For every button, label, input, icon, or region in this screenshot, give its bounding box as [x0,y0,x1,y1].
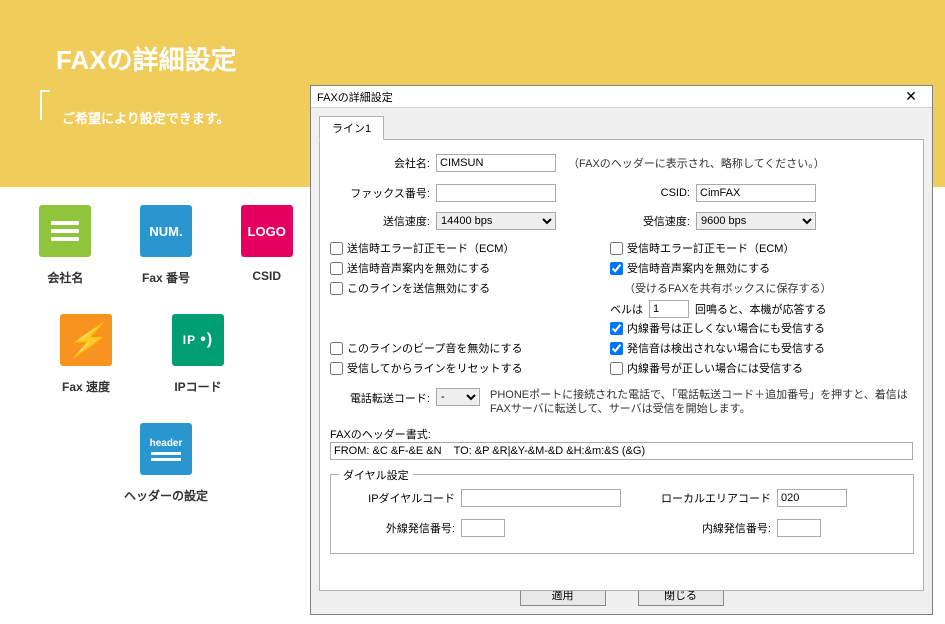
tel-code-select[interactable]: - [436,388,480,406]
lbl-reset-after: 受信してからラインをリセットする [347,360,523,376]
sidebar-item-header[interactable]: header ヘッダーの設定 [126,423,206,504]
num-icon: NUM. [140,205,192,257]
tab-line1[interactable]: ライン1 [319,116,384,140]
cb-recv-ecm[interactable] [610,242,623,255]
lbl-beep-disable: このラインのビープ音を無効にする [347,340,522,356]
lbl-send-ecm: 送信時エラー訂正モード（ECM） [347,240,514,256]
in-prefix-input[interactable] [777,519,821,537]
sidebar-label-csid: CSID [252,269,281,283]
page-subtitle: ご希望により設定できます。 [62,108,229,127]
cb-send-disable[interactable] [330,282,343,295]
send-speed-label: 送信速度: [330,213,430,229]
send-speed-select[interactable]: 14400 bps [436,212,556,230]
bolt-icon: ⚡ [66,321,106,359]
cb-recv-badext[interactable] [610,322,623,335]
faxno-label: ファックス番号: [330,185,430,201]
cb-send-voice[interactable] [330,262,343,275]
local-area-input[interactable] [777,489,847,507]
lbl-recv-voice: 受信時音声案内を無効にする [627,260,770,276]
lbl-recv-nobeep: 発信音は検出されない場合にも受信する [627,340,825,356]
lbl-recv-ecm: 受信時エラー訂正モード（ECM） [627,240,794,256]
close-icon[interactable]: ✕ [896,88,926,105]
cb-recv-nobeep[interactable] [610,342,623,355]
sidebar-label-fax-number: Fax 番号 [142,269,190,286]
cb-recv-goodext[interactable] [610,362,623,375]
sidebar-label-ip-code: IPコード [174,378,221,395]
out-prefix-label: 外線発信番号: [355,520,455,536]
csid-input[interactable] [696,184,816,202]
in-prefix-label: 内線発信番号: [661,520,771,536]
sidebar-item-fax-speed[interactable]: ⚡ Fax 速度 [56,314,116,395]
dialog-fax-settings: FAXの詳細設定 ✕ ライン1 会社名: （FAXのヘッダーに表示され、略称して… [310,85,933,615]
sidebar-label-company: 会社名 [47,269,83,286]
local-area-label: ローカルエリアコード [661,490,771,506]
list-icon [51,221,79,241]
dial-group-legend: ダイヤル設定 [339,467,413,483]
sidebar-item-csid[interactable]: LOGO CSID [237,205,296,286]
bell-suffix: 回鳴ると、本機が応答する [695,301,827,317]
out-prefix-input[interactable] [461,519,505,537]
header-icon: header [150,438,183,449]
recv-speed-select[interactable]: 9600 bps [696,212,816,230]
bell-prefix: ベルは [610,301,643,317]
tel-code-help: PHONEポートに接続された電話で、「電話転送コード＋追加番号」を押すと、着信は… [490,388,910,417]
ip-dial-input[interactable] [461,489,621,507]
cb-reset-after[interactable] [330,362,343,375]
header-fmt-input[interactable] [330,442,913,460]
sidebar-label-header: ヘッダーの設定 [124,487,208,504]
company-label: 会社名: [330,155,430,171]
faxno-input[interactable] [436,184,556,202]
lbl-recv-goodext: 内線番号が正しい場合には受信する [627,360,803,376]
lbl-send-voice: 送信時音声案内を無効にする [347,260,490,276]
ip-icon: IP •) [183,331,213,349]
cb-recv-voice[interactable] [610,262,623,275]
sidebar: 会社名 NUM. Fax 番号 LOGO CSID ⚡ Fax 速度 IP •)… [36,205,296,532]
tel-code-label: 電話転送コード: [330,388,430,406]
company-note: （FAXのヘッダーに表示され、略称してください。） [568,155,825,171]
cb-send-ecm[interactable] [330,242,343,255]
sidebar-item-ip-code[interactable]: IP •) IPコード [168,314,228,395]
lbl-recv-badext: 内線番号は正しくない場合にも受信する [627,320,825,336]
sidebar-item-fax-number[interactable]: NUM. Fax 番号 [137,205,196,286]
bell-count-input[interactable] [649,300,689,318]
page-title: FAXの詳細設定 [56,40,237,77]
company-input[interactable] [436,154,556,172]
recv-share-note: （受けるFAXを共有ボックスに保存する） [624,280,831,296]
header-fmt-label: FAXのヘッダー書式: [330,426,431,442]
cb-beep-disable[interactable] [330,342,343,355]
csid-label: CSID: [630,187,690,199]
recv-speed-label: 受信速度: [630,213,690,229]
dialog-title: FAXの詳細設定 [317,89,393,105]
ip-dial-label: IPダイヤルコード [355,490,455,506]
sidebar-label-fax-speed: Fax 速度 [62,378,110,395]
sidebar-item-company[interactable]: 会社名 [36,205,95,286]
lbl-send-disable: このラインを送信無効にする [347,280,490,296]
logo-icon: LOGO [241,205,293,257]
